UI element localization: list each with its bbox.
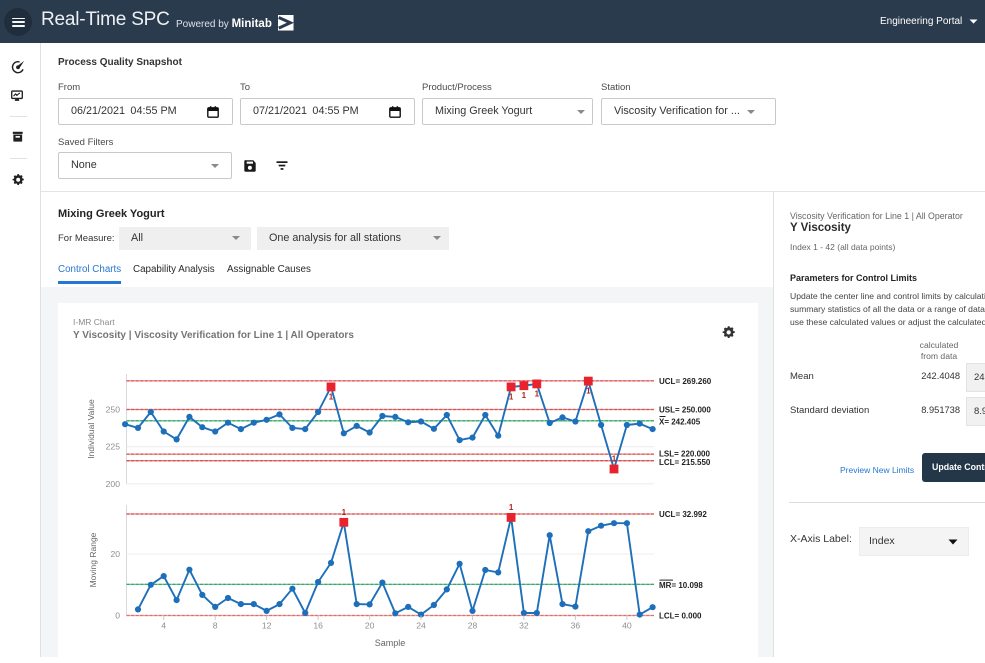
svg-text:28: 28 xyxy=(468,621,478,631)
svg-text:1: 1 xyxy=(509,503,514,512)
svg-text:20: 20 xyxy=(365,621,375,631)
svg-text:1: 1 xyxy=(329,392,334,401)
svg-text:250: 250 xyxy=(106,405,121,415)
svg-text:UCL= 269.260: UCL= 269.260 xyxy=(659,377,712,386)
svg-text:0: 0 xyxy=(115,611,120,621)
svg-text:16: 16 xyxy=(313,621,323,631)
svg-text:40: 40 xyxy=(622,621,632,631)
svg-text:36: 36 xyxy=(571,621,581,631)
svg-text:20: 20 xyxy=(110,549,120,559)
svg-text:MR= 10.098: MR= 10.098 xyxy=(659,581,703,590)
svg-text:12: 12 xyxy=(262,621,272,631)
svg-text:Moving Range: Moving Range xyxy=(88,532,98,587)
svg-text:X= 242.405: X= 242.405 xyxy=(659,417,701,426)
svg-text:Individual Value: Individual Value xyxy=(86,399,96,459)
svg-text:24: 24 xyxy=(416,621,426,631)
svg-text:1: 1 xyxy=(586,387,591,396)
svg-text:8: 8 xyxy=(213,621,218,631)
svg-text:UCL= 32.992: UCL= 32.992 xyxy=(659,510,707,519)
svg-text:LCL= 0.000: LCL= 0.000 xyxy=(659,612,702,621)
svg-text:4: 4 xyxy=(161,621,166,631)
svg-text:225: 225 xyxy=(106,442,121,452)
svg-text:1: 1 xyxy=(509,392,514,401)
svg-text:1: 1 xyxy=(342,508,347,517)
svg-text:USL= 250.000: USL= 250.000 xyxy=(659,406,711,415)
svg-text:32: 32 xyxy=(519,621,529,631)
svg-text:1: 1 xyxy=(522,391,527,400)
svg-text:Sample: Sample xyxy=(375,638,406,648)
svg-text:1: 1 xyxy=(612,455,617,464)
svg-text:1: 1 xyxy=(535,389,540,398)
svg-text:LCL= 215.550: LCL= 215.550 xyxy=(659,458,711,467)
svg-text:200: 200 xyxy=(106,479,121,489)
